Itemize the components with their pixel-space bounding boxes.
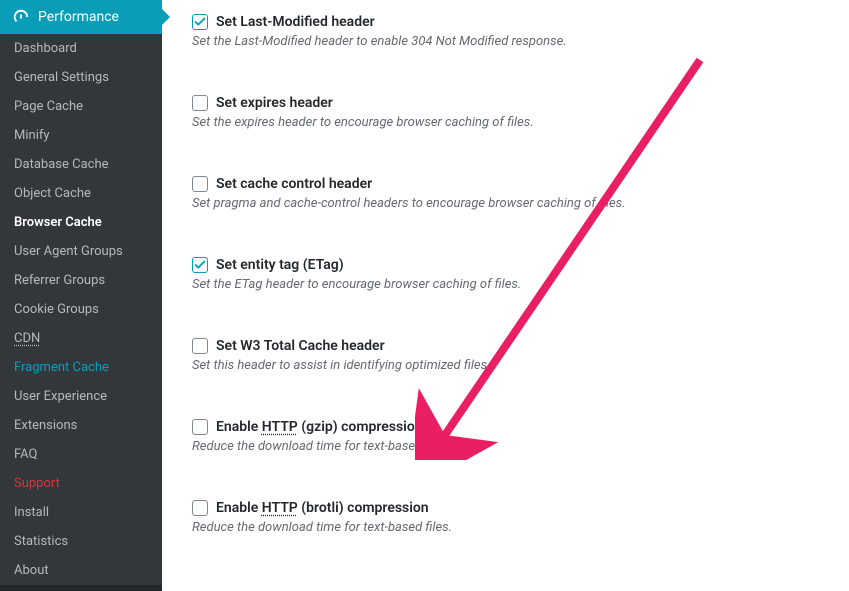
sidebar-item-faq[interactable]: FAQ	[0, 440, 162, 469]
option-description: Set the ETag header to encourage browser…	[192, 277, 829, 292]
checkbox[interactable]	[192, 176, 208, 192]
sidebar-item-minify[interactable]: Minify	[0, 121, 162, 150]
sidebar-item-fragment-cache[interactable]: Fragment Cache	[0, 353, 162, 382]
option-label: Set entity tag (ETag)	[216, 257, 344, 273]
sidebar-item-user-experience[interactable]: User Experience	[0, 382, 162, 411]
sidebar-item-cdn[interactable]: CDN	[0, 324, 162, 353]
option-label-abbr: HTTP	[262, 500, 298, 516]
option-block: Enable HTTP (brotli) compression Reduce t…	[192, 500, 829, 535]
checkbox[interactable]	[192, 419, 208, 435]
option-description: Set pragma and cache-control headers to …	[192, 196, 829, 211]
option-row[interactable]: Enable HTTP (gzip) compression	[192, 419, 829, 435]
sidebar-item-page-cache[interactable]: Page Cache	[0, 92, 162, 121]
option-label-text: Set expires header	[216, 95, 333, 111]
sidebar-item-referrer-groups[interactable]: Referrer Groups	[0, 266, 162, 295]
option-block: Set cache control header Set pragma and c…	[192, 176, 829, 211]
option-label-text: Set W3 Total Cache header	[216, 338, 385, 354]
main-content: Set Last-Modified header Set the Last-Mod…	[162, 0, 849, 591]
option-description: Set the expires header to encourage brow…	[192, 115, 829, 130]
sidebar-item-cookie-groups[interactable]: Cookie Groups	[0, 295, 162, 324]
option-label: Set cache control header	[216, 176, 372, 192]
checkbox[interactable]	[192, 257, 208, 273]
option-description: Reduce the download time for text-based …	[192, 439, 829, 454]
option-block: Set Last-Modified header Set the Last-Mod…	[192, 14, 829, 49]
option-label: Enable HTTP (gzip) compression	[216, 419, 423, 435]
option-label-text: Enable	[216, 500, 262, 516]
option-block: Set W3 Total Cache header Set this header…	[192, 338, 829, 373]
option-row[interactable]: Set W3 Total Cache header	[192, 338, 829, 354]
option-label-text: Set cache control header	[216, 176, 372, 192]
option-row[interactable]: Set entity tag (ETag)	[192, 257, 829, 273]
sidebar-items: DashboardGeneral SettingsPage CacheMinif…	[0, 34, 162, 585]
option-description: Set the Last-Modified header to enable 3…	[192, 34, 829, 49]
checkbox[interactable]	[192, 14, 208, 30]
option-block: Set expires header Set the expires header…	[192, 95, 829, 130]
sidebar-item-database-cache[interactable]: Database Cache	[0, 150, 162, 179]
sidebar-item-install[interactable]: Install	[0, 498, 162, 527]
option-row[interactable]: Enable HTTP (brotli) compression	[192, 500, 829, 516]
option-row[interactable]: Set cache control header	[192, 176, 829, 192]
option-label-abbr: HTTP	[262, 419, 298, 435]
sidebar-item-user-agent-groups[interactable]: User Agent Groups	[0, 237, 162, 266]
option-label-text: (brotli) compression	[298, 500, 429, 516]
sidebar-item-browser-cache[interactable]: Browser Cache	[0, 208, 162, 237]
sidebar-item-about[interactable]: About	[0, 556, 162, 585]
checkbox[interactable]	[192, 95, 208, 111]
sidebar-item-support[interactable]: Support	[0, 469, 162, 498]
checkbox[interactable]	[192, 338, 208, 354]
sidebar-item-object-cache[interactable]: Object Cache	[0, 179, 162, 208]
option-label-text: (gzip) compression	[298, 419, 423, 435]
option-block: Enable HTTP (gzip) compression Reduce the…	[192, 419, 829, 454]
sidebar: Performance DashboardGeneral SettingsPag…	[0, 0, 162, 591]
option-description: Set this header to assist in identifying…	[192, 358, 829, 373]
option-block: Set entity tag (ETag) Set the ETag header…	[192, 257, 829, 292]
option-row[interactable]: Set expires header	[192, 95, 829, 111]
option-label-text: Set entity tag (ETag)	[216, 257, 344, 273]
option-label: Set W3 Total Cache header	[216, 338, 385, 354]
sidebar-header[interactable]: Performance	[0, 0, 162, 34]
option-description: Reduce the download time for text-based …	[192, 520, 829, 535]
sidebar-header-label: Performance	[38, 9, 119, 25]
option-label-text: Enable	[216, 419, 262, 435]
option-row[interactable]: Set Last-Modified header	[192, 14, 829, 30]
sidebar-item-statistics[interactable]: Statistics	[0, 527, 162, 556]
gauge-icon	[12, 8, 30, 26]
checkbox[interactable]	[192, 500, 208, 516]
option-label: Enable HTTP (brotli) compression	[216, 500, 429, 516]
option-label-text: Set Last-Modified header	[216, 14, 375, 30]
sidebar-item-dashboard[interactable]: Dashboard	[0, 34, 162, 63]
option-label: Set Last-Modified header	[216, 14, 375, 30]
sidebar-item-extensions[interactable]: Extensions	[0, 411, 162, 440]
option-label: Set expires header	[216, 95, 333, 111]
sidebar-item-general-settings[interactable]: General Settings	[0, 63, 162, 92]
